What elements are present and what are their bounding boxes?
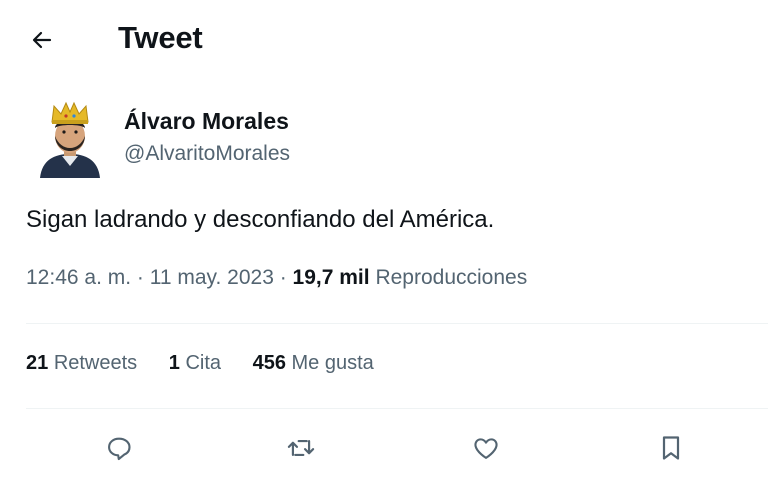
tweet-stats: 21 Retweets 1 Cita 456 Me gusta [26,352,400,375]
separator-dot: · [279,266,293,289]
like-icon [472,434,500,462]
bookmark-button[interactable] [649,426,693,470]
quotes-label: Cita [185,352,222,374]
avatar[interactable] [36,100,104,178]
bookmark-icon [658,434,684,462]
retweet-button[interactable] [279,426,323,470]
views-count: 19,7 mil [292,266,370,289]
arrow-left-icon [30,28,54,52]
author-display-name[interactable]: Álvaro Morales [124,108,289,135]
back-button[interactable] [24,22,60,58]
reply-button[interactable] [97,426,141,470]
reply-icon [105,434,133,462]
like-button[interactable] [464,426,508,470]
tweet-header: Tweet [0,0,768,80]
retweets-count: 21 [26,352,49,374]
likes-stat[interactable]: 456 Me gusta [253,352,374,374]
retweets-stat[interactable]: 21 Retweets [26,352,143,374]
tweet-meta: 12:46 a. m. · 11 may. 2023 · 19,7 mil Re… [26,266,527,290]
retweets-label: Retweets [53,352,138,374]
retweet-icon [286,434,316,462]
quotes-stat[interactable]: 1 Cita [169,352,227,374]
tweet-actions [0,420,768,476]
divider [26,323,768,324]
tweet-date[interactable]: 11 may. 2023 [150,266,274,289]
author-handle[interactable]: @AlvaritoMorales [124,142,290,166]
tweet-time[interactable]: 12:46 a. m. [26,266,131,289]
separator-dot: · [136,266,150,289]
divider [26,408,768,409]
page-title: Tweet [118,20,203,55]
likes-label: Me gusta [291,352,374,374]
quotes-count: 1 [168,352,180,374]
views-label: Reproducciones [375,266,528,289]
likes-count: 456 [252,352,286,374]
tweet-text: Sigan ladrando y desconfiando del Améric… [26,206,495,233]
